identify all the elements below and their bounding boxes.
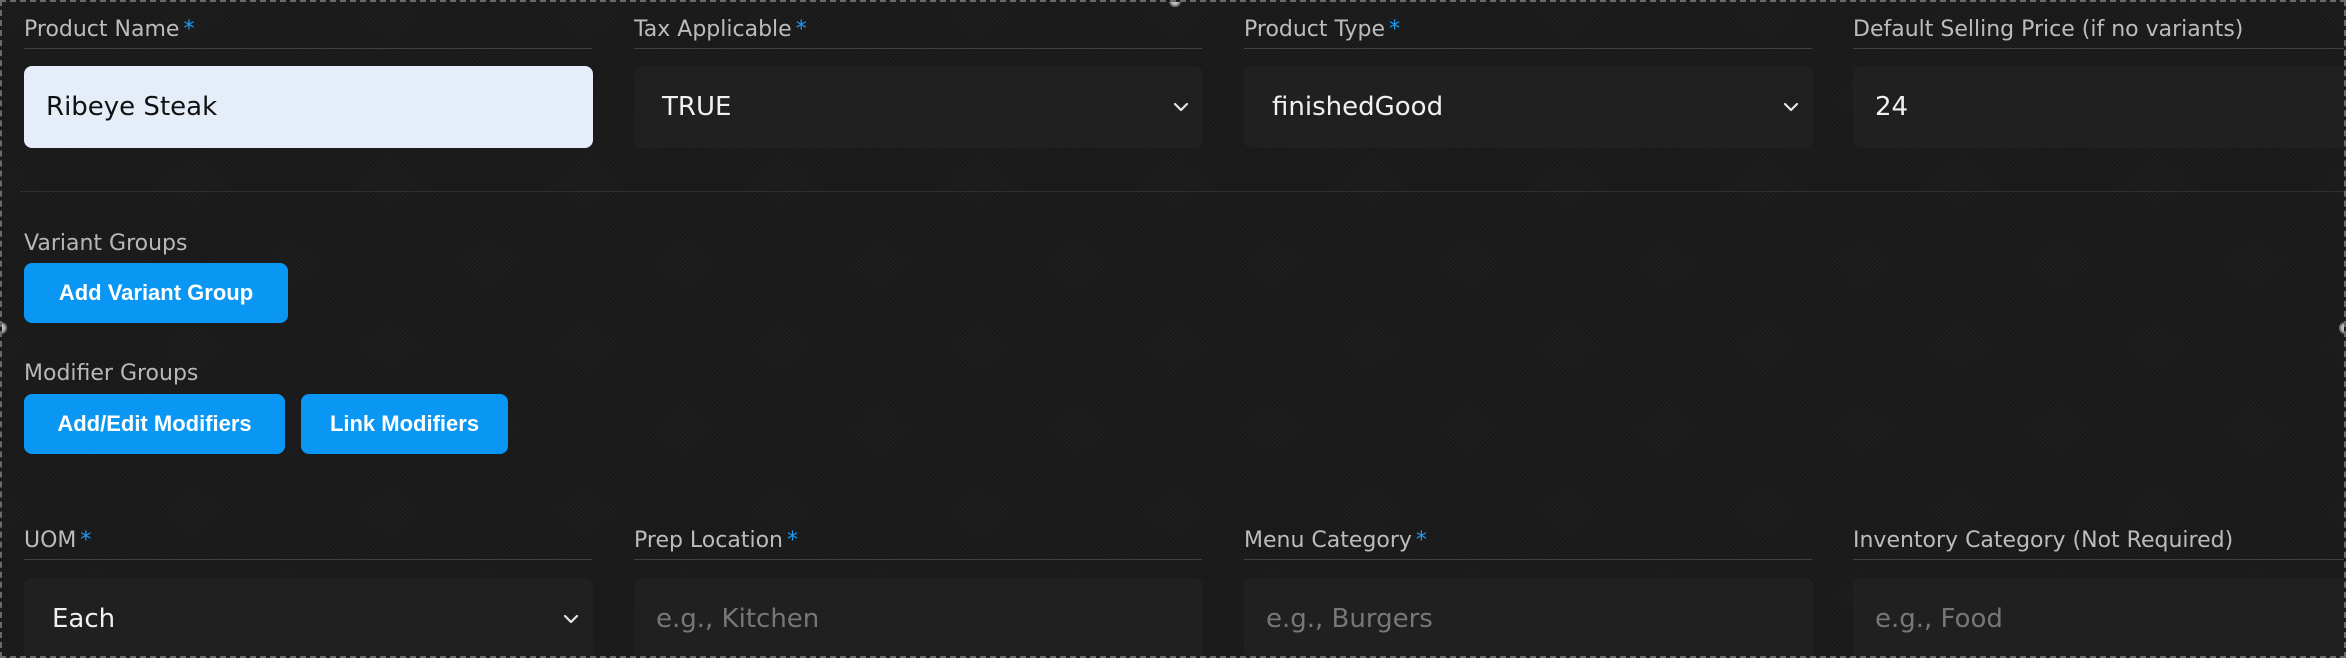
menu-category-input[interactable]: e.g., Burgers — [1244, 578, 1813, 656]
uom-label-text: UOM — [24, 528, 77, 553]
uom-label: UOM * — [24, 528, 592, 560]
default-selling-price-label-text: Default Selling Price (if no variants) — [1853, 17, 2244, 42]
product-name-label-text: Product Name — [24, 17, 180, 42]
section-divider — [20, 191, 2344, 192]
resize-handle-left[interactable] — [2, 322, 7, 334]
product-name-input[interactable]: Ribeye Steak — [24, 66, 593, 148]
tax-applicable-label-text: Tax Applicable — [634, 17, 792, 42]
resize-handle-right[interactable] — [2339, 322, 2344, 334]
uom-select[interactable]: Each — [24, 578, 593, 656]
tax-applicable-select[interactable]: TRUE — [634, 66, 1203, 148]
variant-groups-label: Variant Groups — [24, 231, 188, 256]
menu-category-label: Menu Category * — [1244, 528, 1812, 560]
product-name-label: Product Name * — [24, 17, 592, 49]
required-marker: * — [183, 17, 195, 42]
required-marker: * — [1389, 17, 1401, 42]
uom-value: Each — [52, 604, 116, 634]
default-selling-price-label: Default Selling Price (if no variants) — [1853, 17, 2344, 49]
inventory-category-placeholder: e.g., Food — [1875, 604, 2003, 634]
prep-location-label: Prep Location * — [634, 528, 1202, 560]
product-name-value: Ribeye Steak — [46, 92, 218, 122]
chevron-down-icon — [1173, 102, 1189, 112]
chevron-down-icon — [563, 614, 579, 624]
prep-location-input[interactable]: e.g., Kitchen — [634, 578, 1203, 656]
resize-handle-top[interactable] — [1169, 2, 1181, 7]
prep-location-label-text: Prep Location — [634, 528, 783, 553]
required-marker: * — [795, 17, 807, 42]
inventory-category-input[interactable]: e.g., Food — [1853, 578, 2344, 656]
required-marker: * — [80, 528, 92, 553]
default-selling-price-value: 24 — [1875, 92, 1909, 122]
tax-applicable-value: TRUE — [662, 92, 732, 122]
required-marker: * — [1415, 528, 1427, 553]
menu-category-placeholder: e.g., Burgers — [1266, 604, 1433, 634]
product-type-value: finishedGood — [1272, 92, 1444, 122]
chevron-down-icon — [1783, 102, 1799, 112]
required-marker: * — [786, 528, 798, 553]
prep-location-placeholder: e.g., Kitchen — [656, 604, 820, 634]
product-form-canvas: Product Name * Tax Applicable * Product Ty… — [0, 0, 2346, 658]
default-selling-price-input[interactable]: 24 — [1853, 66, 2344, 148]
add-variant-group-button[interactable]: Add Variant Group — [24, 263, 288, 323]
inventory-category-label-text: Inventory Category (Not Required) — [1853, 528, 2234, 553]
product-type-select[interactable]: finishedGood — [1244, 66, 1813, 148]
menu-category-label-text: Menu Category — [1244, 528, 1412, 553]
tax-applicable-label: Tax Applicable * — [634, 17, 1202, 49]
link-modifiers-button[interactable]: Link Modifiers — [301, 394, 508, 454]
modifier-groups-label: Modifier Groups — [24, 361, 199, 386]
product-type-label: Product Type * — [1244, 17, 1812, 49]
inventory-category-label: Inventory Category (Not Required) — [1853, 528, 2344, 560]
add-edit-modifiers-button[interactable]: Add/Edit Modifiers — [24, 394, 285, 454]
product-type-label-text: Product Type — [1244, 17, 1386, 42]
